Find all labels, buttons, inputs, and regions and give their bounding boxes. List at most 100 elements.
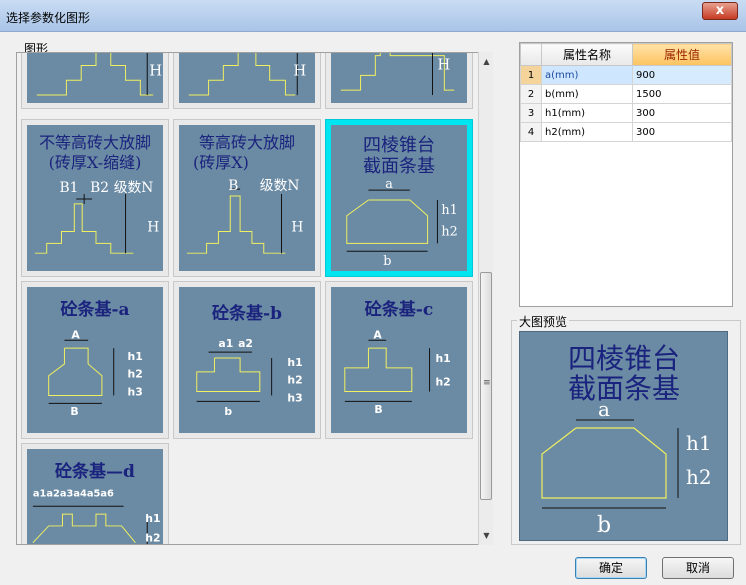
row-index: 2 <box>520 84 542 104</box>
property-row[interactable]: 1 a(mm) 900 <box>520 65 732 85</box>
truncated-pyramid-icon: a h1 h2 b <box>346 177 458 269</box>
gallery-tile-t8[interactable]: 砼条基-b a1 a2 h1 h2 h3 b <box>173 281 321 439</box>
column-header-name: 属性名称 <box>541 43 633 66</box>
label-b: b <box>224 405 232 418</box>
label-b: b <box>383 254 391 269</box>
property-grid: 属性名称 属性值 1 a(mm) 900 2 b(mm) 1500 3 h1(m… <box>519 42 733 307</box>
preview-label-h2: h2 <box>686 465 712 489</box>
tile-image: 等高砖大放脚 (砖厚X) B 级数N H <box>179 125 315 271</box>
close-button[interactable]: x <box>702 2 738 20</box>
label-h3: h3 <box>128 385 143 398</box>
concrete-footing-icon: a1 a2 h1 h2 h3 b <box>196 337 303 418</box>
tile-image: 不等高砖大放脚 (砖厚X-缩缝) B1 B2 级数N H <box>27 125 163 271</box>
window-title: 选择参数化图形 <box>6 11 91 25</box>
label-b2: B2 <box>90 180 109 196</box>
label-a-series: a1a2a3a4a5a6 <box>33 488 114 499</box>
property-name: a(mm) <box>541 65 633 85</box>
label-h2: h2 <box>287 374 302 387</box>
concrete-footing-icon: A h1 h2 B <box>344 328 451 416</box>
label-h1: h1 <box>145 512 160 525</box>
property-value[interactable]: 300 <box>632 122 732 142</box>
stepped-footing-icon: H <box>36 53 162 96</box>
tile-image: H <box>27 53 163 103</box>
gallery-tile-t4[interactable]: 不等高砖大放脚 (砖厚X-缩缝) B1 B2 级数N H <box>21 119 169 277</box>
label-h1: h1 <box>287 356 302 369</box>
label-levels: 级数N <box>260 178 300 194</box>
preview-label-h1: h1 <box>686 431 712 455</box>
label-h1: h1 <box>128 350 143 363</box>
label-h2: h2 <box>128 368 143 381</box>
scroll-up-icon[interactable]: ▲ <box>479 54 494 69</box>
svg-text:H: H <box>149 62 162 79</box>
row-index: 3 <box>520 103 542 123</box>
label-b1: B1 <box>60 180 79 196</box>
gallery-tile-t5[interactable]: 等高砖大放脚 (砖厚X) B 级数N H <box>173 119 321 277</box>
label-b: B <box>70 405 78 418</box>
gallery-tile-t6[interactable]: 四棱锥台 截面条基 a h1 h2 b <box>325 119 473 277</box>
scrollbar-thumb[interactable]: ≡ <box>480 272 492 500</box>
truncated-pyramid-preview-icon: 四棱锥台 截面条基 a h1 h2 b <box>541 342 712 538</box>
stepped-footing-icon: H <box>188 53 306 96</box>
grip-icon: ≡ <box>483 378 491 388</box>
label-a: A <box>71 328 80 341</box>
label-b: B <box>228 178 238 194</box>
column-header-value: 属性值 <box>632 43 732 66</box>
row-index: 1 <box>520 65 542 85</box>
label-a1: a1 <box>218 337 233 350</box>
ok-button[interactable]: 确定 <box>575 557 647 579</box>
property-name: b(mm) <box>541 84 633 104</box>
gallery-tile-t7[interactable]: 砼条基-a A h1 h2 h3 B <box>21 281 169 439</box>
label-h2: h2 <box>441 224 457 239</box>
gallery-tile-t10[interactable]: 砼条基—d a1a2a3a4a5a6 h1 h2 <box>21 443 169 545</box>
label-b: B <box>374 403 382 416</box>
label-h: H <box>147 220 159 236</box>
scroll-down-icon[interactable]: ▼ <box>479 528 494 543</box>
stepped-footing-icon: B1 B2 级数N H <box>34 180 159 254</box>
row-index: 4 <box>520 122 542 142</box>
gallery-tile-top1[interactable]: H <box>21 53 169 109</box>
svg-text:H: H <box>437 56 450 73</box>
stepped-footing-icon: H <box>340 53 455 96</box>
property-value[interactable]: 1500 <box>632 84 732 104</box>
preview-label: 大图预览 <box>517 313 570 330</box>
stepped-footing-icon: B 级数N H <box>186 178 303 254</box>
tile-image: 砼条基-a A h1 h2 h3 B <box>27 287 163 433</box>
tile-image: 砼条基-b a1 a2 h1 h2 h3 b <box>179 287 315 433</box>
property-row[interactable]: 3 h1(mm) 300 <box>520 103 732 123</box>
tile-image: 四棱锥台 截面条基 a h1 h2 b <box>331 125 467 271</box>
shape-gallery: H H H 不等高砖大放脚 (砖厚X-缩缝) B1 B2 级数N H 等高砖大放… <box>16 52 493 545</box>
label-h: H <box>291 220 303 236</box>
label-h2: h2 <box>145 532 160 545</box>
property-row[interactable]: 4 h2(mm) 300 <box>520 122 732 142</box>
property-value[interactable]: 300 <box>632 103 732 123</box>
property-value[interactable]: 900 <box>632 65 732 85</box>
large-preview: 四棱锥台 截面条基 a h1 h2 b <box>519 331 728 541</box>
preview-label-a: a <box>598 397 610 421</box>
property-table: 属性名称 属性值 1 a(mm) 900 2 b(mm) 1500 3 h1(m… <box>520 43 732 142</box>
label-a: a <box>385 177 393 192</box>
gallery-scrollbar[interactable]: ▲ ≡ ▼ <box>478 52 493 545</box>
label-a: A <box>373 328 382 341</box>
preview-title-line1: 四棱锥台 <box>568 342 680 375</box>
cancel-button[interactable]: 取消 <box>662 557 734 579</box>
corner-header <box>520 43 542 66</box>
concrete-footing-icon: A h1 h2 h3 B <box>48 328 143 418</box>
label-h1: h1 <box>435 352 450 365</box>
label-h3: h3 <box>287 391 302 404</box>
property-row[interactable]: 2 b(mm) 1500 <box>520 84 732 104</box>
property-name: h1(mm) <box>541 103 633 123</box>
gallery-tile-top2[interactable]: H <box>173 53 321 109</box>
gallery-tile-top3[interactable]: H <box>325 53 473 109</box>
preview-title-line2: 截面条基 <box>568 372 680 405</box>
label-a2: a2 <box>238 337 253 350</box>
tile-image: 砼条基—d a1a2a3a4a5a6 h1 h2 <box>27 449 163 545</box>
tile-image: H <box>331 53 467 103</box>
concrete-footing-icon: a1a2a3a4a5a6 h1 h2 <box>32 488 161 545</box>
gallery-tile-t9[interactable]: 砼条基-c A h1 h2 B <box>325 281 473 439</box>
tile-image: H <box>179 53 315 103</box>
label-h1: h1 <box>441 203 457 218</box>
property-name: h2(mm) <box>541 122 633 142</box>
label-levels: 级数N <box>114 180 154 196</box>
svg-text:H: H <box>293 62 306 79</box>
label-h2: h2 <box>435 376 450 389</box>
